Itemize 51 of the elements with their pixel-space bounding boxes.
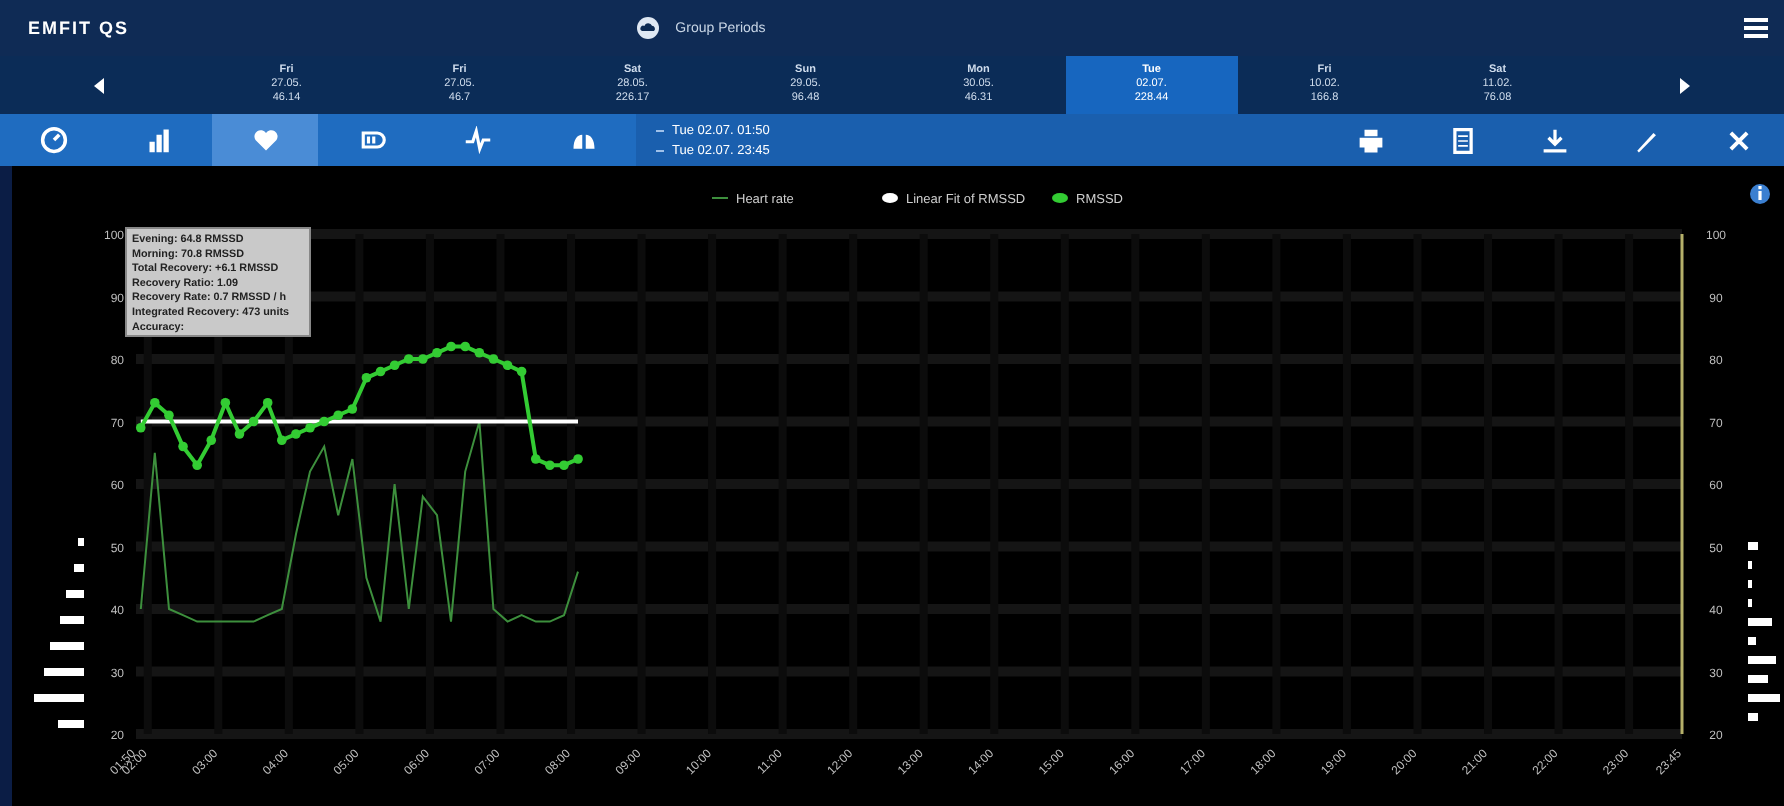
point [573,454,583,464]
point [403,354,414,364]
heart-icon[interactable] [251,126,279,154]
point [192,460,202,471]
legend-marker-icon [1052,193,1068,203]
close-icon[interactable] [1725,127,1751,153]
point [375,366,386,377]
point [361,372,372,383]
pen-icon[interactable] [1633,127,1659,153]
point [206,435,217,446]
point [545,460,555,471]
heart-view-button[interactable] [212,114,318,166]
point [347,404,358,414]
point [164,410,174,421]
document-icon[interactable] [1449,127,1475,153]
printer-icon[interactable] [1357,127,1383,153]
point [530,454,541,464]
caret-right-icon[interactable] [1678,77,1690,93]
legend-line-icon [711,197,729,199]
cloud-icon[interactable] [635,16,660,40]
point [460,341,470,352]
point [277,435,287,446]
point [502,360,513,371]
point [432,347,442,358]
point [559,460,569,471]
point [418,354,428,364]
point [262,397,273,408]
point [234,429,245,439]
point [474,347,485,358]
point [516,366,527,377]
info-icon[interactable] [1750,184,1770,204]
logo: EMFIT QS [28,18,129,38]
point [248,416,259,427]
point [319,416,329,427]
pulse-icon[interactable] [463,126,491,154]
point [305,422,315,433]
download-icon[interactable] [1541,127,1567,153]
gauge-icon[interactable] [39,126,67,154]
point [333,410,344,421]
point [389,360,400,371]
menu-icon[interactable] [1743,18,1768,38]
legend-marker-icon [882,193,898,203]
caret-left-icon[interactable] [94,77,106,93]
point [135,422,146,433]
bar-chart-icon[interactable] [145,126,173,154]
point [178,441,188,452]
close-button[interactable] [1692,114,1784,166]
point [446,341,456,352]
point [488,354,499,364]
point [150,397,160,408]
point [291,429,301,439]
